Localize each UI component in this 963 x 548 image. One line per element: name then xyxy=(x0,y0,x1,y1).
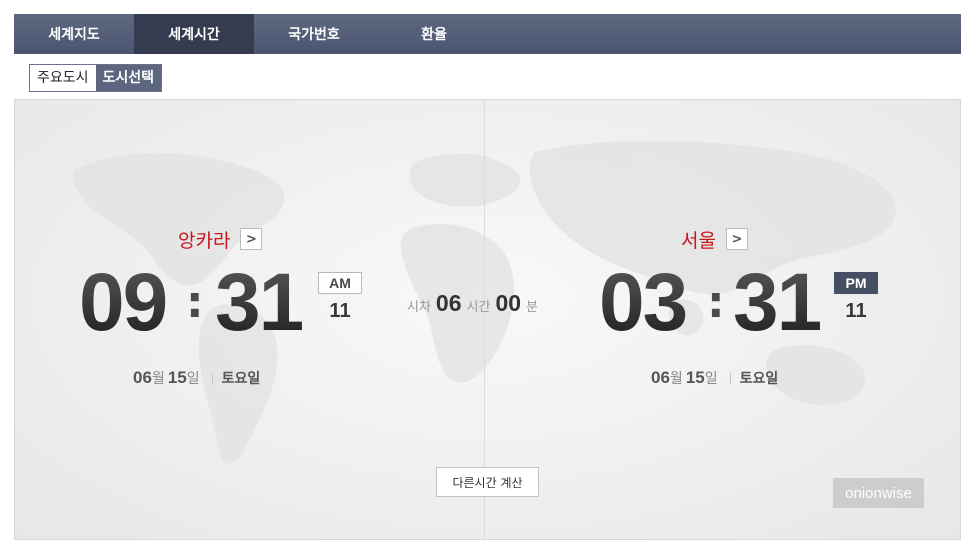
left-city-date: 06 월 15 일 토요일 xyxy=(133,368,260,390)
top-tab-bar: 세계지도 세계시간 국가번호 환율 xyxy=(14,14,961,54)
right-city-name: 서울 xyxy=(681,229,716,252)
calculate-other-time-button[interactable]: 다른시간 계산 xyxy=(436,467,539,497)
left-clock: 09 : 31 AM 11 xyxy=(79,258,399,348)
time-difference: 시차 06 시간 00 분 xyxy=(407,290,538,320)
right-date-separator xyxy=(729,373,731,385)
right-clock-hour: 03 xyxy=(599,257,688,348)
left-city-name: 앙카라 xyxy=(178,229,231,252)
subtab-major-cities[interactable]: 주요도시 xyxy=(30,65,96,91)
time-diff-hours-unit: 시간 xyxy=(466,300,491,315)
subtab-bar: 주요도시 도시선택 xyxy=(14,54,961,100)
right-city-header: 서울 > xyxy=(681,226,748,252)
subtab-select-city[interactable]: 도시선택 xyxy=(95,65,162,91)
left-clock-minute: 31 xyxy=(215,257,304,348)
right-date-day-unit: 일 xyxy=(704,371,718,387)
time-diff-minutes: 00 xyxy=(495,290,522,316)
time-diff-minutes-unit: 분 xyxy=(526,300,538,315)
right-clock-ampm-badge: PM xyxy=(834,272,878,294)
tab-world-time[interactable]: 세계시간 xyxy=(134,14,254,54)
tab-country-code[interactable]: 국가번호 xyxy=(254,14,374,54)
time-diff-label: 시차 xyxy=(407,300,431,315)
watermark: onionwise xyxy=(833,478,924,508)
left-city-select-button[interactable]: > xyxy=(240,228,263,250)
right-clock-colon: : xyxy=(707,277,725,328)
left-date-separator xyxy=(211,373,213,385)
right-date-month-unit: 월 xyxy=(669,371,683,387)
left-date-month: 06 xyxy=(133,368,152,387)
left-city-header: 앙카라 > xyxy=(178,226,263,252)
left-date-month-unit: 월 xyxy=(151,371,165,387)
left-clock-colon: : xyxy=(186,277,204,328)
time-diff-hours: 06 xyxy=(435,290,462,316)
left-date-weekday: 토요일 xyxy=(221,371,261,387)
right-clock-seconds: 11 xyxy=(845,300,867,322)
right-date-month: 06 xyxy=(651,368,670,387)
right-clock: 03 : 31 PM 11 xyxy=(599,258,929,348)
left-date-day-unit: 일 xyxy=(186,371,200,387)
left-clock-seconds: 11 xyxy=(329,300,351,322)
left-clock-ampm-badge: AM xyxy=(318,272,362,294)
right-city-date: 06 월 15 일 토요일 xyxy=(651,368,778,390)
tab-exchange-rate[interactable]: 환율 xyxy=(374,14,494,54)
left-clock-hour: 09 xyxy=(79,257,168,348)
right-date-weekday: 토요일 xyxy=(739,371,779,387)
subtab-group: 주요도시 도시선택 xyxy=(29,64,163,92)
left-date-day: 15 xyxy=(167,368,187,387)
right-date-day: 15 xyxy=(685,368,705,387)
world-clock-panel: 앙카라 > 09 : 31 AM 11 06 월 15 일 토요일 시차 06 … xyxy=(14,100,961,540)
right-city-select-button[interactable]: > xyxy=(725,228,748,250)
right-clock-minute: 31 xyxy=(733,257,822,348)
tab-world-map[interactable]: 세계지도 xyxy=(14,14,134,54)
